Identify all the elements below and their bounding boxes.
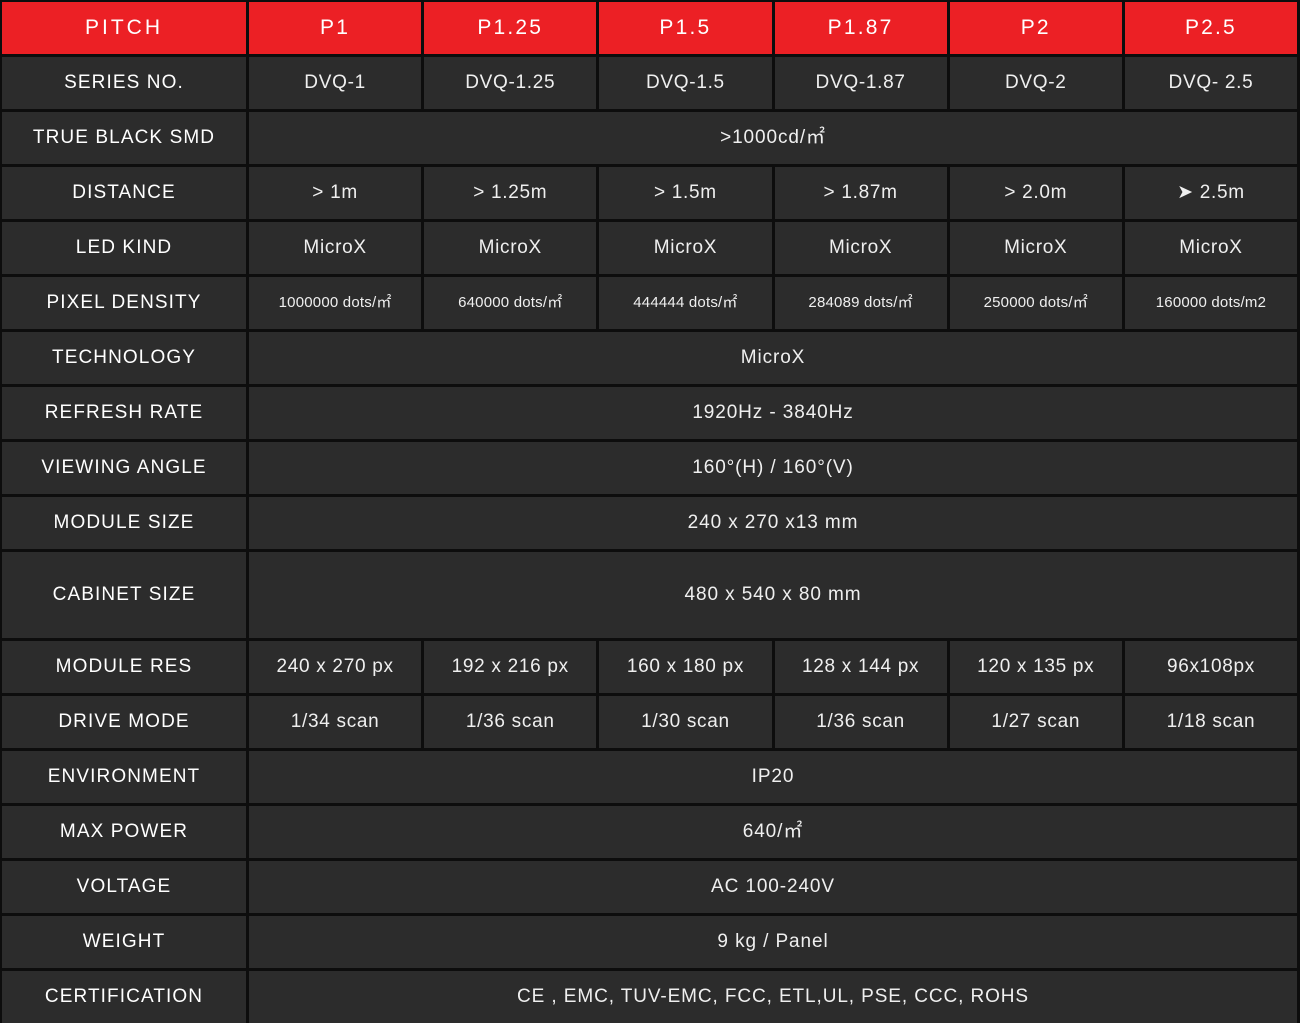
row-value-cell: 1/18 scan: [1124, 696, 1298, 748]
row-value-cell: DVQ-2: [949, 57, 1122, 109]
table-row: CABINET SIZE 480 x 540 x 80 mm: [2, 552, 1297, 638]
row-value-merged: 160°(H) / 160°(V): [249, 442, 1297, 494]
row-label: REFRESH RATE: [2, 387, 246, 439]
row-value-cell: 284089 dots/㎡: [774, 277, 947, 329]
row-value-merged: 640/㎡: [249, 806, 1297, 858]
row-label: MODULE RES: [2, 641, 246, 693]
row-value-merged: 240 x 270 x13 mm: [249, 497, 1297, 549]
table-row: VOLTAGE AC 100-240V: [2, 861, 1297, 913]
row-label: CABINET SIZE: [2, 552, 246, 638]
table-row: CERTIFICATION CE , EMC, TUV-EMC, FCC, ETL…: [2, 971, 1297, 1023]
row-value-cell: MicroX: [774, 222, 947, 274]
table-row: TECHNOLOGY MicroX: [2, 332, 1297, 384]
row-value-merged: MicroX: [249, 332, 1297, 384]
row-value-cell: 240 x 270 px: [249, 641, 422, 693]
row-value-cell: 120 x 135 px: [949, 641, 1122, 693]
row-value-cell: DVQ-1: [249, 57, 422, 109]
row-label: SERIES NO.: [2, 57, 246, 109]
table-body: SERIES NO. DVQ-1 DVQ-1.25 DVQ-1.5 DVQ-1.87 DV…: [2, 57, 1298, 1023]
row-value-cell: 1/34 scan: [249, 696, 422, 748]
row-label: ENVIRONMENT: [2, 751, 246, 803]
row-value-merged: IP20: [249, 751, 1297, 803]
header-column-0: P1: [249, 2, 422, 54]
row-value-cell: 96x108px: [1124, 641, 1298, 693]
row-value-cell: DVQ-1.5: [599, 57, 772, 109]
row-value-cell: 160 x 180 px: [599, 641, 772, 693]
row-value-cell: MicroX: [1124, 222, 1298, 274]
table-row: DRIVE MODE 1/34 scan 1/36 scan 1/30 scan 1/3…: [2, 696, 1298, 748]
table-row: TRUE BLACK SMD >1000cd/㎡: [2, 112, 1297, 164]
row-label: LED KIND: [2, 222, 246, 274]
table-row: PIXEL DENSITY 1000000 dots/㎡ 640000 dots/㎡…: [2, 277, 1298, 329]
row-value-cell: DVQ-1.25: [424, 57, 597, 109]
row-value-cell: 1/36 scan: [774, 696, 947, 748]
header-column-4: P2: [949, 2, 1122, 54]
row-value-cell: 640000 dots/㎡: [424, 277, 597, 329]
row-value-merged: >1000cd/㎡: [249, 112, 1297, 164]
table-row: ENVIRONMENT IP20: [2, 751, 1297, 803]
table-row: DISTANCE > 1m > 1.25m > 1.5m > 1.87m > 2.0m ➤ …: [2, 167, 1298, 219]
row-value-cell: 250000 dots/㎡: [949, 277, 1122, 329]
row-value-merged: 480 x 540 x 80 mm: [249, 552, 1297, 638]
row-value-cell: > 1m: [249, 167, 422, 219]
row-value-cell: > 2.0m: [949, 167, 1122, 219]
row-value-cell: DVQ-1.87: [774, 57, 947, 109]
table-row: LED KIND MicroX MicroX MicroX MicroX MicroX Mi…: [2, 222, 1298, 274]
row-label: MAX POWER: [2, 806, 246, 858]
row-value-cell: MicroX: [424, 222, 597, 274]
row-value-cell: MicroX: [949, 222, 1122, 274]
row-value-merged: 9 kg / Panel: [249, 916, 1297, 968]
row-value-cell: > 1.87m: [774, 167, 947, 219]
table-row: REFRESH RATE 1920Hz - 3840Hz: [2, 387, 1297, 439]
row-label: PIXEL DENSITY: [2, 277, 246, 329]
row-value-cell: > 1.25m: [424, 167, 597, 219]
row-value-merged: AC 100-240V: [249, 861, 1297, 913]
row-value-cell: MicroX: [249, 222, 422, 274]
row-value-cell: 128 x 144 px: [774, 641, 947, 693]
row-value-cell: 160000 dots/m2: [1124, 277, 1298, 329]
table-header-row: PITCH P1 P1.25 P1.5 P1.87 P2 P2.5: [2, 2, 1298, 54]
row-value-cell: 1000000 dots/㎡: [249, 277, 422, 329]
row-value-cell: 1/36 scan: [424, 696, 597, 748]
row-value-cell: 192 x 216 px: [424, 641, 597, 693]
row-value-cell: MicroX: [599, 222, 772, 274]
row-label: CERTIFICATION: [2, 971, 246, 1023]
row-value-merged: CE , EMC, TUV-EMC, FCC, ETL,UL, PSE, CCC…: [249, 971, 1297, 1023]
header-label-pitch: PITCH: [2, 2, 246, 54]
header-column-1: P1.25: [424, 2, 597, 54]
row-value-cell: 444444 dots/㎡: [599, 277, 772, 329]
row-value-cell: > 1.5m: [599, 167, 772, 219]
row-value-cell: ➤ 2.5m: [1124, 167, 1298, 219]
row-label: DRIVE MODE: [2, 696, 246, 748]
row-label: VIEWING ANGLE: [2, 442, 246, 494]
header-column-2: P1.5: [599, 2, 772, 54]
table-row: MAX POWER 640/㎡: [2, 806, 1297, 858]
table-row: MODULE SIZE 240 x 270 x13 mm: [2, 497, 1297, 549]
table-row: VIEWING ANGLE 160°(H) / 160°(V): [2, 442, 1297, 494]
row-value-merged: 1920Hz - 3840Hz: [249, 387, 1297, 439]
row-label: TRUE BLACK SMD: [2, 112, 246, 164]
table-row: MODULE RES 240 x 270 px 192 x 216 px 160 x …: [2, 641, 1298, 693]
row-label: DISTANCE: [2, 167, 246, 219]
row-label: WEIGHT: [2, 916, 246, 968]
table-row: SERIES NO. DVQ-1 DVQ-1.25 DVQ-1.5 DVQ-1.87 DV…: [2, 57, 1298, 109]
header-column-5: P2.5: [1124, 2, 1298, 54]
row-value-cell: 1/30 scan: [599, 696, 772, 748]
row-value-cell: 1/27 scan: [949, 696, 1122, 748]
row-label: TECHNOLOGY: [2, 332, 246, 384]
row-label: MODULE SIZE: [2, 497, 246, 549]
row-value-cell: DVQ- 2.5: [1124, 57, 1298, 109]
table-row: WEIGHT 9 kg / Panel: [2, 916, 1297, 968]
specification-table: PITCH P1 P1.25 P1.5 P1.87 P2 P2.5 SERIES…: [0, 0, 1300, 1023]
row-label: VOLTAGE: [2, 861, 246, 913]
header-column-3: P1.87: [774, 2, 947, 54]
